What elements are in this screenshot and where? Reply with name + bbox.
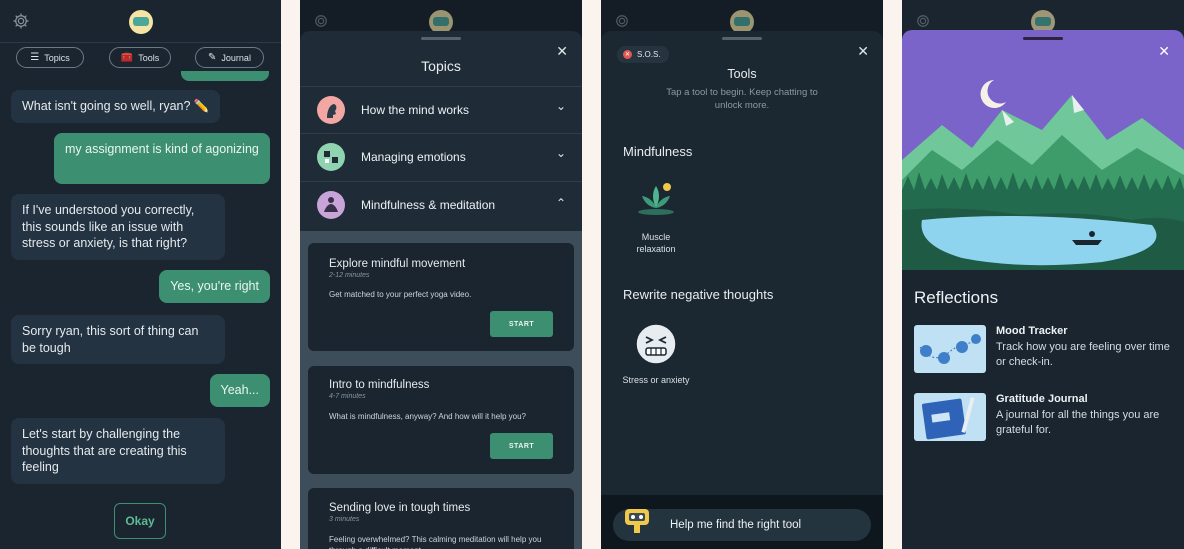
journal-chip[interactable]: ✎ Journal	[195, 47, 264, 68]
start-button[interactable]: START	[490, 311, 553, 337]
chat-screen: ☰ Topics 🧰 Tools ✎ Journal What isn't going…	[0, 0, 281, 549]
section-title: Reflections	[914, 288, 999, 307]
topic-row[interactable]: Managing emotions ⌄	[300, 133, 582, 179]
topic-card[interactable]: Sending love in tough times 3 minutes Fe…	[308, 488, 574, 549]
lotus-icon	[638, 183, 674, 215]
bot-icon	[625, 509, 649, 533]
topic-card[interactable]: Intro to mindfulness 4-7 minutes What is…	[308, 366, 574, 474]
gear-icon[interactable]	[613, 12, 631, 30]
chevron-down-icon: ⌄	[555, 99, 566, 113]
sheet-title: Tools	[727, 67, 757, 81]
topic-row[interactable]: How the mind works ⌄	[300, 86, 582, 132]
mountain-night-illustration: ✕	[902, 30, 1184, 270]
meditation-icon	[317, 191, 345, 219]
section-title: Mindfulness	[623, 144, 693, 159]
gear-icon[interactable]	[312, 12, 330, 30]
okay-reply-button[interactable]: Okay	[114, 503, 166, 539]
bot-message: What isn't going so well, ryan? ✏️	[11, 90, 221, 123]
close-icon[interactable]: ✕	[857, 43, 869, 60]
section-title: Rewrite negative thoughts	[623, 287, 774, 302]
help-find-tool-button[interactable]: Help me find the right tool	[613, 509, 871, 541]
bot-message: Let's start by challenging the thoughts …	[11, 418, 225, 484]
bot-avatar-icon	[128, 10, 153, 34]
chevron-up-icon: ⌃	[555, 196, 566, 210]
reflection-item[interactable]: Gratitude Journal A journal for all the …	[914, 393, 1174, 443]
start-button[interactable]: START	[490, 433, 553, 459]
tools-chip[interactable]: 🧰 Tools	[109, 47, 171, 68]
user-message: my assignment is kind of agonizing	[54, 133, 270, 184]
bot-message: Sorry ryan, this sort of thing can be to…	[11, 315, 225, 364]
gear-icon[interactable]	[914, 12, 932, 30]
previous-user-bubble	[181, 71, 269, 81]
reflection-item[interactable]: Mood Tracker Track how you are feeling o…	[914, 325, 1174, 375]
sheet-grab-handle[interactable]	[722, 37, 762, 40]
help-strip: Help me find the right tool	[601, 495, 883, 549]
gratitude-journal-thumbnail	[914, 393, 986, 441]
sos-button[interactable]: ✕ S.O.S.	[617, 46, 669, 63]
user-message: Yes, you're right	[159, 270, 270, 303]
sheet-grab-handle[interactable]	[1023, 37, 1063, 40]
sos-icon: ✕	[623, 50, 632, 59]
topics-screen: ✕ Topics How the mind works ⌄ Managing e…	[300, 0, 582, 549]
user-message: Yeah...	[209, 374, 270, 407]
top-bar	[0, 0, 281, 42]
emotions-icon	[317, 143, 345, 171]
topics-chip[interactable]: ☰ Topics	[16, 47, 84, 68]
chevron-down-icon: ⌄	[555, 146, 566, 160]
sheet-title: Topics	[421, 58, 461, 74]
sheet-grab-handle[interactable]	[421, 37, 461, 40]
close-icon[interactable]: ✕	[1158, 43, 1170, 60]
tools-screen: ✕ ✕ S.O.S. Tools Tap a tool to begin. Kee…	[601, 0, 883, 549]
chip-bar: ☰ Topics 🧰 Tools ✎ Journal	[0, 45, 281, 71]
reflections-screen: ✕ Reflections Mood Tracker Track how you…	[902, 0, 1184, 549]
toolbox-icon: 🧰	[120, 51, 134, 63]
gear-icon[interactable]	[12, 12, 30, 30]
head-icon	[317, 96, 345, 124]
stressed-face-icon	[635, 323, 677, 365]
sheet-subtitle: Tap a tool to begin. Keep chatting to un…	[666, 87, 818, 111]
topic-card[interactable]: Explore mindful movement 2-12 minutes Ge…	[308, 243, 574, 351]
topic-cards-list: Explore mindful movement 2-12 minutes Ge…	[300, 231, 582, 549]
mood-tracker-thumbnail	[914, 325, 986, 373]
list-icon: ☰	[30, 51, 40, 63]
topic-row[interactable]: Mindfulness & meditation ⌃	[300, 181, 582, 227]
bot-message: If I've understood you correctly, this s…	[11, 194, 225, 260]
divider	[0, 42, 281, 43]
journal-icon: ✎	[208, 51, 217, 63]
tools-sheet: ✕ ✕ S.O.S. Tools Tap a tool to begin. Kee…	[601, 31, 883, 549]
